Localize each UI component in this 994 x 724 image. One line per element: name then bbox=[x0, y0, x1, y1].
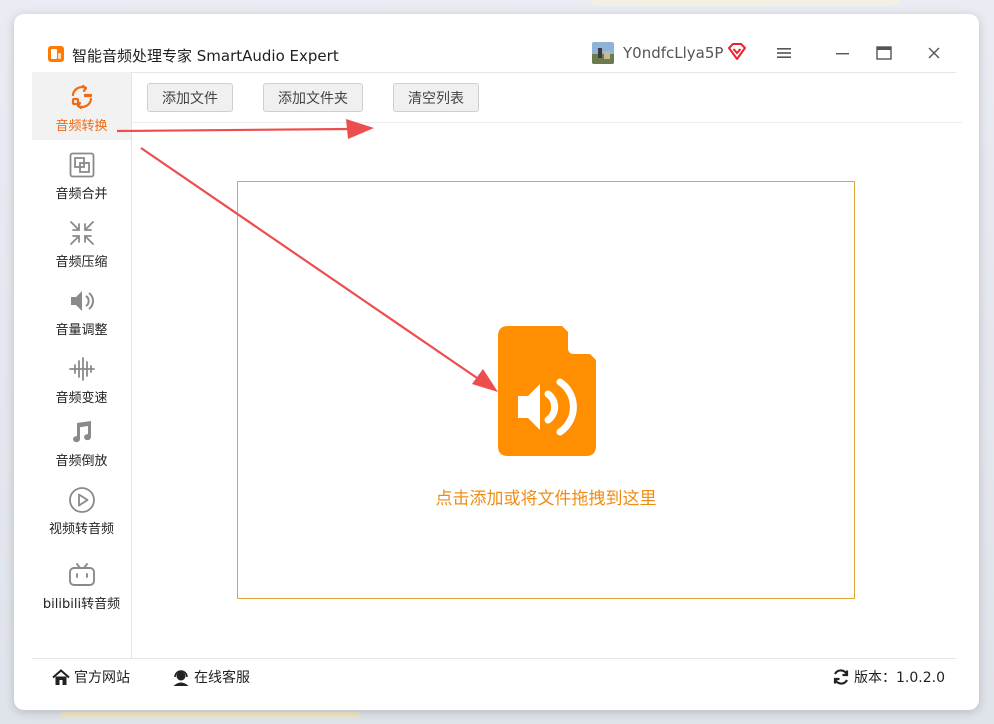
username[interactable]: Y0ndfcLlya5P bbox=[623, 44, 723, 62]
add-folder-button[interactable]: 添加文件夹 bbox=[263, 83, 363, 112]
drop-zone-hint: 点击添加或将文件拖拽到这里 bbox=[435, 489, 657, 509]
sidebar-item-label: 音频变速 bbox=[55, 391, 108, 406]
sidebar-item-label: 音频压缩 bbox=[55, 255, 108, 270]
title-bar: 智能音频处理专家 SmartAudio Expert Y0ndfcLlya5P bbox=[14, 14, 979, 72]
sidebar-item-audio-convert[interactable]: 音频转换 bbox=[32, 72, 131, 140]
convert-icon bbox=[67, 82, 97, 112]
vip-icon[interactable] bbox=[727, 42, 747, 62]
sidebar-item-label: 音频合并 bbox=[55, 187, 108, 202]
clear-list-button[interactable]: 清空列表 bbox=[393, 83, 479, 112]
compress-icon bbox=[67, 218, 97, 248]
sidebar-item-label: bilibili转音频 bbox=[42, 597, 121, 612]
online-service-label: 在线客服 bbox=[194, 670, 250, 686]
close-icon bbox=[928, 47, 940, 59]
sidebar-item-audio-reverse[interactable]: 音频倒放 bbox=[32, 417, 131, 469]
waveform-icon bbox=[67, 354, 97, 384]
menu-button[interactable] bbox=[772, 42, 796, 64]
file-drop-zone[interactable]: 点击添加或将文件拖拽到这里 bbox=[237, 181, 855, 599]
sidebar-item-audio-merge[interactable]: 音频合并 bbox=[32, 150, 131, 202]
play-icon bbox=[67, 485, 97, 515]
minimize-icon bbox=[836, 53, 849, 55]
maximize-button[interactable] bbox=[872, 42, 896, 64]
sidebar: 音频转换 音频合并 音频压缩 音量调整 音频变速 音频倒放 视频转音频 bili… bbox=[32, 72, 132, 658]
sidebar-item-volume-adjust[interactable]: 音量调整 bbox=[32, 286, 131, 338]
sidebar-item-label: 音频转换 bbox=[55, 119, 108, 134]
bilibili-icon bbox=[67, 560, 97, 590]
online-service-link[interactable]: 在线客服 bbox=[172, 667, 250, 687]
version-info[interactable]: 版本：1.0.2.0 bbox=[832, 667, 945, 687]
sidebar-item-label: 音频倒放 bbox=[55, 454, 108, 469]
app-logo-icon bbox=[48, 46, 64, 62]
add-file-button[interactable]: 添加文件 bbox=[147, 83, 233, 112]
desktop-background-strip bbox=[60, 712, 360, 718]
sidebar-item-audio-speed[interactable]: 音频变速 bbox=[32, 354, 131, 406]
minimize-button[interactable] bbox=[831, 42, 855, 64]
sidebar-item-video-to-audio[interactable]: 视频转音频 bbox=[32, 485, 131, 537]
official-website-link[interactable]: 官方网站 bbox=[52, 667, 130, 687]
maximize-icon bbox=[876, 46, 892, 60]
sidebar-item-audio-compress[interactable]: 音频压缩 bbox=[32, 218, 131, 270]
app-title: 智能音频处理专家 SmartAudio Expert bbox=[72, 47, 339, 65]
desktop-background-strip bbox=[590, 0, 900, 6]
sidebar-item-bilibili-to-audio[interactable]: bilibili转音频 bbox=[32, 560, 131, 612]
hamburger-icon bbox=[777, 48, 791, 58]
merge-icon bbox=[67, 150, 97, 180]
sidebar-item-label: 视频转音频 bbox=[48, 522, 114, 537]
refresh-icon bbox=[833, 669, 849, 685]
divider bbox=[32, 658, 956, 659]
sidebar-item-label: 音量调整 bbox=[55, 323, 108, 338]
version-label: 版本：1.0.2.0 bbox=[854, 670, 945, 686]
close-button[interactable] bbox=[922, 42, 946, 64]
divider bbox=[132, 122, 962, 123]
official-website-label: 官方网站 bbox=[74, 670, 130, 686]
app-window: 智能音频处理专家 SmartAudio Expert Y0ndfcLlya5P bbox=[14, 14, 979, 710]
home-icon bbox=[52, 668, 70, 685]
music-note-icon bbox=[67, 417, 97, 447]
avatar[interactable] bbox=[592, 42, 614, 64]
audio-file-icon bbox=[498, 326, 596, 456]
volume-icon bbox=[67, 286, 97, 316]
customer-service-icon bbox=[173, 669, 189, 686]
divider bbox=[32, 72, 956, 73]
